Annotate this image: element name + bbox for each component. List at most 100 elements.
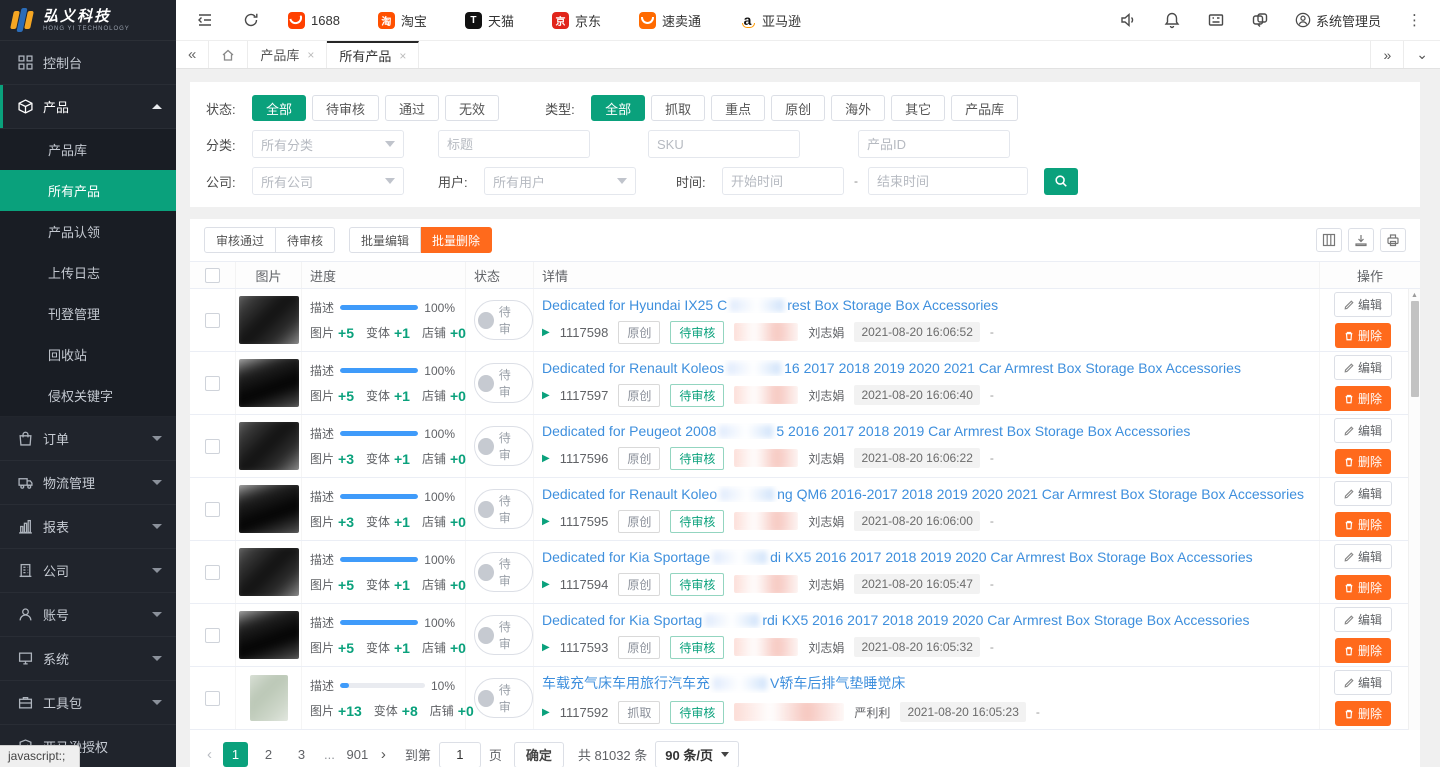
product-id-input[interactable]	[858, 130, 1010, 158]
edit-button[interactable]: 编辑	[1334, 607, 1392, 632]
page-number[interactable]: 1	[223, 742, 248, 767]
sidebar-subitem-upload-logs[interactable]: 上传日志	[0, 252, 176, 293]
sidebar-item-console[interactable]: 控制台	[0, 41, 176, 85]
type-option-overseas[interactable]: 海外	[831, 95, 885, 121]
status-toggle[interactable]: 待审	[474, 489, 533, 529]
edit-button[interactable]: 编辑	[1334, 292, 1392, 317]
prev-page-icon[interactable]: ‹	[204, 746, 215, 763]
goto-page-input[interactable]	[439, 742, 481, 767]
print-button[interactable]	[1380, 228, 1406, 252]
close-tab-icon[interactable]: ×	[307, 48, 314, 62]
sidebar-item-logistics[interactable]: 物流管理	[0, 461, 176, 505]
product-title-link[interactable]: 车载充气床车用旅行汽车充V轿车后排气垫睡觉床	[542, 673, 905, 693]
status-option-approved[interactable]: 通过	[385, 95, 439, 121]
sidebar-item-reports[interactable]: 报表	[0, 505, 176, 549]
play-icon[interactable]: ▶	[542, 579, 550, 590]
status-toggle[interactable]: 待审	[474, 300, 533, 340]
home-tab-icon[interactable]	[209, 41, 248, 68]
sidebar-subitem-product-claim[interactable]: 产品认领	[0, 211, 176, 252]
tab-all-products[interactable]: 所有产品 ×	[327, 41, 419, 68]
marketplace-tmall[interactable]: T 天猫	[465, 11, 514, 30]
set-pending-button[interactable]: 待审核	[276, 227, 335, 253]
delete-button[interactable]: 删除	[1335, 323, 1391, 348]
status-toggle[interactable]: 待审	[474, 363, 533, 403]
title-input[interactable]	[438, 130, 590, 158]
sidebar-item-orders[interactable]: 订单	[0, 417, 176, 461]
marketplace-taobao[interactable]: 淘 淘宝	[378, 11, 427, 30]
play-icon[interactable]: ▶	[542, 390, 550, 401]
scroll-up-icon[interactable]: ▲	[1411, 289, 1418, 301]
marketplace-aliexpress[interactable]: 速卖通	[639, 11, 701, 30]
type-option-scraped[interactable]: 抓取	[651, 95, 705, 121]
bulk-edit-button[interactable]: 批量编辑	[349, 227, 421, 253]
sidebar-subitem-recycle-bin[interactable]: 回收站	[0, 334, 176, 375]
select-all-checkbox[interactable]	[205, 268, 220, 283]
row-checkbox[interactable]	[205, 502, 220, 517]
bell-icon[interactable]	[1163, 11, 1181, 29]
sidebar-subitem-infringement-keywords[interactable]: 侵权关键字	[0, 375, 176, 416]
user-select[interactable]: 所有用户	[484, 167, 636, 195]
column-settings-button[interactable]	[1316, 228, 1342, 252]
sidebar-item-products[interactable]: 产品	[0, 85, 176, 129]
type-option-all[interactable]: 全部	[591, 95, 645, 121]
tabs-menu-icon[interactable]: ⌄	[1403, 41, 1440, 68]
tab-product-library[interactable]: 产品库 ×	[248, 41, 327, 68]
status-toggle[interactable]: 待审	[474, 552, 533, 592]
row-checkbox[interactable]	[205, 313, 220, 328]
product-title-link[interactable]: Dedicated for Hyundai IX25 Crest Box Sto…	[542, 297, 998, 313]
product-title-link[interactable]: Dedicated for Kia Sportagrdi KX5 2016 20…	[542, 612, 1250, 628]
export-button[interactable]	[1348, 228, 1374, 252]
play-icon[interactable]: ▶	[542, 453, 550, 464]
product-image[interactable]	[239, 296, 299, 344]
marketplace-1688[interactable]: 1688	[288, 12, 340, 29]
sidebar-item-company[interactable]: 公司	[0, 549, 176, 593]
sidebar-item-toolbox[interactable]: 工具包	[0, 681, 176, 725]
type-option-other[interactable]: 其它	[891, 95, 945, 121]
marketplace-jd[interactable]: 京 京东	[552, 11, 601, 30]
row-checkbox[interactable]	[205, 628, 220, 643]
refresh-icon[interactable]	[242, 11, 260, 29]
type-option-key[interactable]: 重点	[711, 95, 765, 121]
end-time-input[interactable]	[868, 167, 1028, 195]
status-toggle[interactable]: 待审	[474, 678, 533, 718]
type-option-original[interactable]: 原创	[771, 95, 825, 121]
product-title-link[interactable]: Dedicated for Renault Koleong QM6 2016-2…	[542, 486, 1304, 502]
more-options-icon[interactable]: ⋮	[1407, 11, 1422, 29]
page-number[interactable]: 2	[256, 742, 281, 767]
row-checkbox[interactable]	[205, 565, 220, 580]
scrollbar-thumb[interactable]	[1411, 301, 1419, 397]
sidebar-item-system[interactable]: 系统	[0, 637, 176, 681]
delete-button[interactable]: 删除	[1335, 449, 1391, 474]
tabs-scroll-left-icon[interactable]: «	[176, 41, 209, 68]
edit-button[interactable]: 编辑	[1334, 670, 1392, 695]
product-image[interactable]	[239, 548, 299, 596]
product-title-link[interactable]: Dedicated for Renault Koleos16 2017 2018…	[542, 360, 1241, 376]
status-option-pending[interactable]: 待审核	[312, 95, 379, 121]
close-tab-icon[interactable]: ×	[399, 49, 406, 63]
sidebar-subitem-all-products[interactable]: 所有产品	[0, 170, 176, 211]
product-title-link[interactable]: Dedicated for Peugeot 20085 2016 2017 20…	[542, 423, 1190, 439]
approve-button[interactable]: 审核通过	[204, 227, 276, 253]
collapse-sidebar-icon[interactable]	[196, 11, 214, 29]
edit-button[interactable]: 编辑	[1334, 355, 1392, 380]
row-checkbox[interactable]	[205, 439, 220, 454]
sidebar-item-account[interactable]: 账号	[0, 593, 176, 637]
edit-button[interactable]: 编辑	[1334, 481, 1392, 506]
play-icon[interactable]: ▶	[542, 516, 550, 527]
sidebar-subitem-product-library[interactable]: 产品库	[0, 129, 176, 170]
switch-account-icon[interactable]	[1251, 11, 1269, 29]
category-select[interactable]: 所有分类	[252, 130, 404, 158]
user-menu[interactable]: 系统管理员	[1295, 11, 1381, 30]
delete-button[interactable]: 删除	[1335, 386, 1391, 411]
delete-button[interactable]: 删除	[1335, 701, 1391, 726]
product-image[interactable]	[239, 422, 299, 470]
status-option-all[interactable]: 全部	[252, 95, 306, 121]
bulk-delete-button[interactable]: 批量删除	[421, 227, 492, 253]
product-title-link[interactable]: Dedicated for Kia Sportagedi KX5 2016 20…	[542, 549, 1253, 565]
play-icon[interactable]: ▶	[542, 707, 550, 718]
status-toggle[interactable]: 待审	[474, 426, 533, 466]
sku-input[interactable]	[648, 130, 800, 158]
product-image[interactable]	[239, 359, 299, 407]
row-checkbox[interactable]	[205, 376, 220, 391]
next-page-icon[interactable]: ›	[378, 746, 389, 763]
